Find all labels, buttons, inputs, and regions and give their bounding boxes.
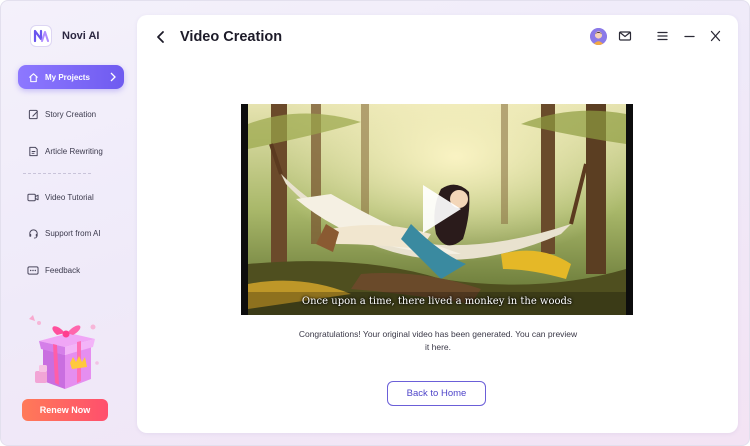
app-window: Novi AI My Projects Story Creation Artic…: [0, 0, 750, 446]
chevron-right-icon: [109, 71, 117, 85]
home-icon: [27, 71, 39, 83]
sidebar-item-article-rewriting[interactable]: Article Rewriting: [18, 139, 124, 163]
sidebar-item-video-tutorial[interactable]: Video Tutorial: [18, 185, 124, 209]
app-logo: [30, 25, 52, 47]
document-edit-icon: [27, 145, 39, 157]
sidebar-item-label: Support from AI: [45, 228, 101, 238]
sidebar-divider: [23, 173, 91, 174]
brand: Novi AI: [30, 25, 100, 47]
menu-icon[interactable]: [654, 28, 670, 44]
play-icon[interactable]: [407, 179, 467, 239]
page-title: Video Creation: [180, 29, 283, 45]
sidebar-item-label: Video Tutorial: [45, 192, 94, 202]
headset-icon: [27, 227, 39, 239]
success-message: Congratulations! Your original video has…: [298, 329, 578, 352]
app-name: Novi AI: [62, 30, 100, 42]
renew-now-button[interactable]: Renew Now: [22, 399, 108, 421]
video-player[interactable]: Once upon a time, there lived a monkey i…: [241, 104, 633, 315]
edit-icon: [27, 108, 39, 120]
sidebar-item-my-projects[interactable]: My Projects: [18, 65, 124, 89]
mail-icon[interactable]: [617, 28, 633, 44]
back-arrow-icon[interactable]: [154, 29, 168, 45]
minimize-icon[interactable]: [681, 28, 697, 44]
sidebar-item-support-from-ai[interactable]: Support from AI: [18, 221, 124, 245]
chat-icon: [27, 264, 39, 276]
avatar[interactable]: [590, 28, 607, 45]
sidebar-item-label: Article Rewriting: [45, 146, 103, 156]
sidebar-item-feedback[interactable]: Feedback: [18, 258, 124, 282]
main-panel: Video Creation Once upon a time, there l…: [137, 15, 738, 433]
back-to-home-button[interactable]: Back to Home: [387, 381, 486, 406]
video-subtitle: Once upon a time, there lived a monkey i…: [301, 296, 573, 307]
close-icon[interactable]: [707, 28, 723, 44]
video-icon: [27, 191, 39, 203]
sidebar-item-label: Story Creation: [45, 109, 97, 119]
sidebar-item-label: My Projects: [45, 72, 90, 82]
sidebar-item-label: Feedback: [45, 265, 81, 275]
sidebar: Novi AI My Projects Story Creation Artic…: [1, 1, 137, 445]
sidebar-item-story-creation[interactable]: Story Creation: [18, 102, 124, 126]
gift-box-illustration: [25, 311, 105, 393]
